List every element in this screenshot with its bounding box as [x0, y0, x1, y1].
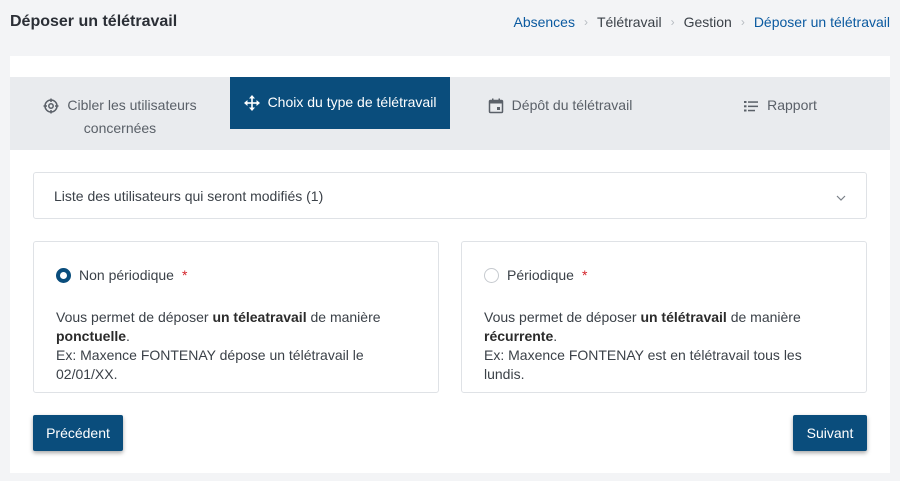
- move-arrows-icon: [243, 94, 260, 111]
- step-choose-type[interactable]: Choix du type de télétravail: [230, 77, 450, 129]
- top-bar: Déposer un télétravail Absences › Télétr…: [0, 0, 900, 44]
- step-label: Rapport: [767, 97, 817, 113]
- previous-button[interactable]: Précédent: [33, 415, 123, 451]
- radio-non-periodic[interactable]: [56, 267, 71, 283]
- option-label: Non périodique: [79, 267, 174, 283]
- target-icon: [43, 98, 59, 114]
- breadcrumb: Absences › Télétravail › Gestion › Dépos…: [513, 14, 890, 30]
- required-mark: *: [181, 267, 188, 283]
- page-title: Déposer un télétravail: [10, 13, 178, 30]
- next-button[interactable]: Suivant: [793, 415, 867, 451]
- required-mark: *: [581, 267, 588, 283]
- step-deposit[interactable]: Dépôt du télétravail: [450, 77, 670, 150]
- breadcrumb-current: Déposer un télétravail: [753, 14, 890, 30]
- step-target-users[interactable]: Cibler les utilisateurs concernées: [10, 77, 230, 150]
- radio-periodic[interactable]: [484, 267, 499, 283]
- option-description: Vous permet de déposer un télétravail de…: [484, 309, 802, 382]
- step-label: Dépôt du télétravail: [511, 97, 633, 113]
- option-periodic[interactable]: Périodique * Vous permet de déposer un t…: [461, 241, 867, 393]
- step-label: Cibler les utilisateurs: [67, 97, 197, 113]
- users-list-title: Liste des utilisateurs qui seront modifi…: [54, 187, 324, 204]
- calendar-icon: [488, 98, 504, 114]
- breadcrumb-absences[interactable]: Absences: [513, 14, 574, 30]
- stepper: Cibler les utilisateurs concernées Choix…: [10, 77, 890, 150]
- breadcrumb-gestion[interactable]: Gestion: [684, 14, 732, 30]
- chevron-down-icon[interactable]: [836, 188, 846, 204]
- option-description: Vous permet de déposer un téleatravail d…: [56, 309, 381, 382]
- list-icon: [743, 98, 759, 114]
- option-label: Périodique: [507, 267, 574, 283]
- main-card: Cibler les utilisateurs concernées Choix…: [10, 56, 890, 473]
- chevron-right-icon: ›: [583, 15, 588, 29]
- users-count: (1): [306, 187, 324, 204]
- breadcrumb-teletravail[interactable]: Télétravail: [597, 14, 662, 30]
- option-example: Ex: Maxence FONTENAY dépose un télétrava…: [56, 347, 364, 382]
- step-report[interactable]: Rapport: [670, 77, 890, 150]
- option-non-periodic[interactable]: Non périodique * Vous permet de déposer …: [33, 241, 439, 393]
- users-list-accordion[interactable]: Liste des utilisateurs qui seront modifi…: [33, 172, 867, 219]
- chevron-right-icon: ›: [670, 15, 675, 29]
- step-label-line2: concernées: [83, 120, 157, 136]
- step-label: Choix du type de télétravail: [267, 94, 437, 110]
- option-example: Ex: Maxence FONTENAY est en télétravail …: [484, 347, 802, 382]
- chevron-right-icon: ›: [740, 15, 745, 29]
